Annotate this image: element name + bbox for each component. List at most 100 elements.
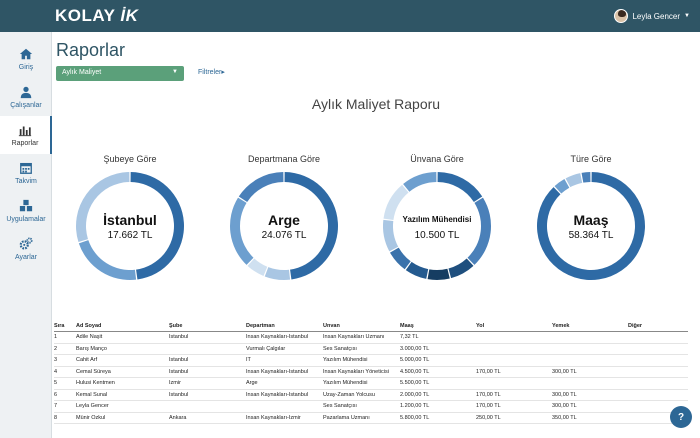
center-value: 24.076 TL [261,229,307,241]
sidebar-item-label: Uygulamalar [6,216,46,223]
table-cell: Ses Sanatçısı [323,403,357,410]
table-cell: 8 [54,414,58,421]
table-cell: Münir Özkul [76,414,106,421]
help-button[interactable]: ? [670,406,692,428]
sidebar-item-raporlar[interactable]: Raporlar [0,116,52,154]
column-header[interactable]: Diğer [628,323,688,329]
report-type-select[interactable]: Aylık Maliyet ▼ [56,66,184,81]
center-label: İstanbul [103,211,157,228]
report-title: Aylık Maliyet Raporu [311,96,441,112]
column-header[interactable]: Maaş [400,323,476,329]
top-navbar: KOLAY İK Leyla Gencer ▼ [0,0,700,32]
table-cell: 3 [54,357,58,364]
table-cell: 3.000,00 TL [400,345,430,352]
table-cell: 5.800,00 TL [400,414,430,421]
app-logo[interactable]: KOLAY İK [55,6,138,26]
table-cell: Hulusi Kentmen [76,380,115,387]
chart-title: Şubeye Göre [103,154,157,164]
chart-by-department: Departmana Göre Arge 24.076 TL [219,154,349,282]
table-row[interactable]: 4 Cemal Süreya İstanbul İnsan Kaynakları-İs… [54,367,688,378]
table-row[interactable]: 3 Cahit Arf İstanbul IT Yazılım Mühendisi 5.0… [54,355,688,367]
sidebar-item-giris[interactable]: Giriş [0,40,52,78]
chart-by-type: Türe Göre Maaş 58.364 TL [526,154,656,282]
sidebar-item-label: Raporlar [11,140,39,147]
filters-link[interactable]: Filtreler▸ [198,68,225,76]
table-cell: İzmir [169,380,181,387]
user-name: Leyla Gencer [632,11,681,21]
table-cell: 350,00 TL [552,414,577,421]
center-value: 58.364 TL [568,229,614,241]
table-cell: Cemal Süreya [76,368,111,375]
donut-chart[interactable]: Arge 24.076 TL [228,170,340,282]
caret-right-icon: ▸ [221,69,225,76]
table-cell: İstanbul [169,368,189,375]
table-row[interactable]: 5 Hulusi Kentmen İzmir Arge Yazılım Mühendis… [54,378,688,390]
column-header[interactable]: Sıra [54,323,76,329]
page-title: Raporlar [56,40,126,60]
home-icon [19,48,33,60]
chart-by-branch: Şubeye Göre İstanbul 17.662 TL [65,154,195,282]
column-header[interactable]: Ünvan [323,323,400,329]
logo-text: KOLAY [55,6,116,25]
table-cell: 4.500,00 TL [400,368,430,375]
donut-chart[interactable]: Maaş 58.364 TL [535,170,647,282]
center-value: 17.662 TL [107,229,153,241]
sidebar-item-label: Çalışanlar [10,102,42,109]
table-cell: 5.500,00 TL [400,380,430,387]
table-cell: Cahit Arf [76,357,98,364]
sidebar: Giriş Çalışanlar Raporlar Takvim Uygulam… [0,32,52,438]
table-cell: Vurmalı Çalgılar [246,345,286,352]
table-cell: İnsan Kaynakları-İstanbul [246,368,309,375]
sidebar-item-calisanlar[interactable]: Çalışanlar [0,78,52,116]
table-row[interactable]: 7 Leyla Gencer Ses Sanatçısı 1.200,00 TL 170… [54,401,688,413]
table-cell: 250,00 TL [476,414,501,421]
column-header[interactable]: Departman [246,323,323,329]
donut-chart[interactable]: Yazılım Mühendisi 10.500 TL [381,170,493,282]
table-cell: IT [246,357,251,364]
table-cell: 300,00 TL [552,391,577,398]
chart-title: Departmana Göre [247,154,321,164]
table-cell: 5 [54,380,58,387]
table-cell: Ses Sanatçısı [323,345,357,352]
table-cell: 300,00 TL [552,368,577,375]
main-content: Raporlar Aylık Maliyet ▼ Filtreler▸ Aylı… [52,32,700,438]
column-header[interactable]: Yemek [552,323,628,329]
table-cell: Yazılım Mühendisi [323,357,368,364]
chevron-down-icon: ▼ [172,69,178,75]
table-cell: 7 [54,403,58,410]
table-cell: Adile Naşit [76,334,103,341]
table-cell: Arge [246,380,258,387]
table-cell: 4 [54,368,58,375]
table-cell: Ankara [169,414,187,421]
sidebar-item-uygulamalar[interactable]: Uygulamalar [0,192,52,230]
calendar-icon [20,162,32,174]
cubes-icon [19,199,33,212]
column-header[interactable]: Yol [476,323,552,329]
donut-center: Maaş 58.364 TL [535,170,647,282]
table-cell: 170,00 TL [476,403,501,410]
table-cell: İnsan Kaynakları-İstanbul [246,334,309,341]
column-header[interactable]: Ad Soyad [76,323,169,329]
table-row[interactable]: 6 Kemal Sunal İstanbul İnsan Kaynakları-İst… [54,390,688,401]
table-body: 1 Adile Naşit İstanbul İnsan Kaynakları-İst… [54,332,688,424]
table-header-row: Sıra Ad Soyad Şube Departman Ünvan Maaş … [54,320,688,332]
table-cell: 7,32 TL [400,334,419,341]
table-cell: İnsan Kaynakları Uzmanı [323,334,385,341]
avatar [614,9,629,23]
table-row[interactable]: 1 Adile Naşit İstanbul İnsan Kaynakları-İst… [54,332,688,344]
cost-table: Sıra Ad Soyad Şube Departman Ünvan Maaş … [54,320,688,424]
table-cell: Leyla Gencer [76,403,109,410]
table-row[interactable]: 8 Münir Özkul Ankara İnsan Kaynakları-İzmir… [54,413,688,424]
column-header[interactable]: Şube [169,323,246,329]
table-cell: Barış Manço [76,345,107,352]
sidebar-item-ayarlar[interactable]: Ayarlar [0,230,52,268]
table-cell: İnsan Kaynakları-İstanbul [246,391,309,398]
table-cell: İnsan Kaynakları Yöneticisi [323,368,389,375]
table-cell: 1 [54,334,58,341]
table-row[interactable]: 2 Barış Manço Vurmalı Çalgılar Ses Sanatçıs… [54,344,688,355]
donut-chart[interactable]: İstanbul 17.662 TL [74,170,186,282]
sidebar-item-takvim[interactable]: Takvim [0,154,52,192]
user-menu[interactable]: Leyla Gencer ▼ [614,9,690,23]
table-cell: 1.200,00 TL [400,403,430,410]
filters-label: Filtreler [198,69,222,76]
